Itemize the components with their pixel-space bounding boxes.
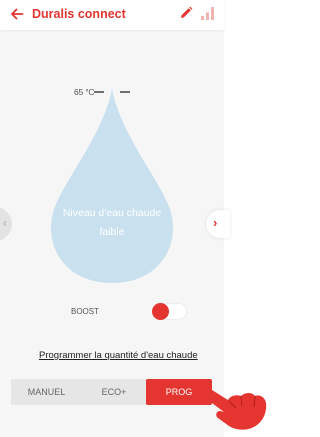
boost-toggle-thumb[interactable] xyxy=(152,303,169,320)
arrow-left-icon[interactable] xyxy=(10,7,24,21)
mode-selector: MANUEL ECO+ PROG xyxy=(11,379,212,405)
water-level-status: Niveau d'eau chaude faible xyxy=(62,207,162,238)
tab-eco-plus[interactable]: ECO+ xyxy=(82,379,146,405)
tab-manuel[interactable]: MANUEL xyxy=(11,379,82,405)
pointing-hand-icon xyxy=(197,384,267,430)
boost-label: BOOST xyxy=(71,307,100,316)
app-screen: Duralis connect 65 °C Niveau d'eau chaud… xyxy=(0,0,230,437)
app-title: Duralis connect xyxy=(32,7,126,21)
chevron-left-icon: ‹ xyxy=(3,216,7,230)
water-drop-gauge xyxy=(51,88,173,283)
program-hot-water-link[interactable]: Programmer la quantité d'eau chaude xyxy=(39,350,198,361)
next-button[interactable]: › xyxy=(206,210,230,238)
pencil-icon[interactable] xyxy=(179,6,193,20)
app-header: Duralis connect xyxy=(0,0,224,30)
chevron-right-icon: › xyxy=(213,215,218,230)
signal-bars-icon[interactable] xyxy=(200,5,216,21)
